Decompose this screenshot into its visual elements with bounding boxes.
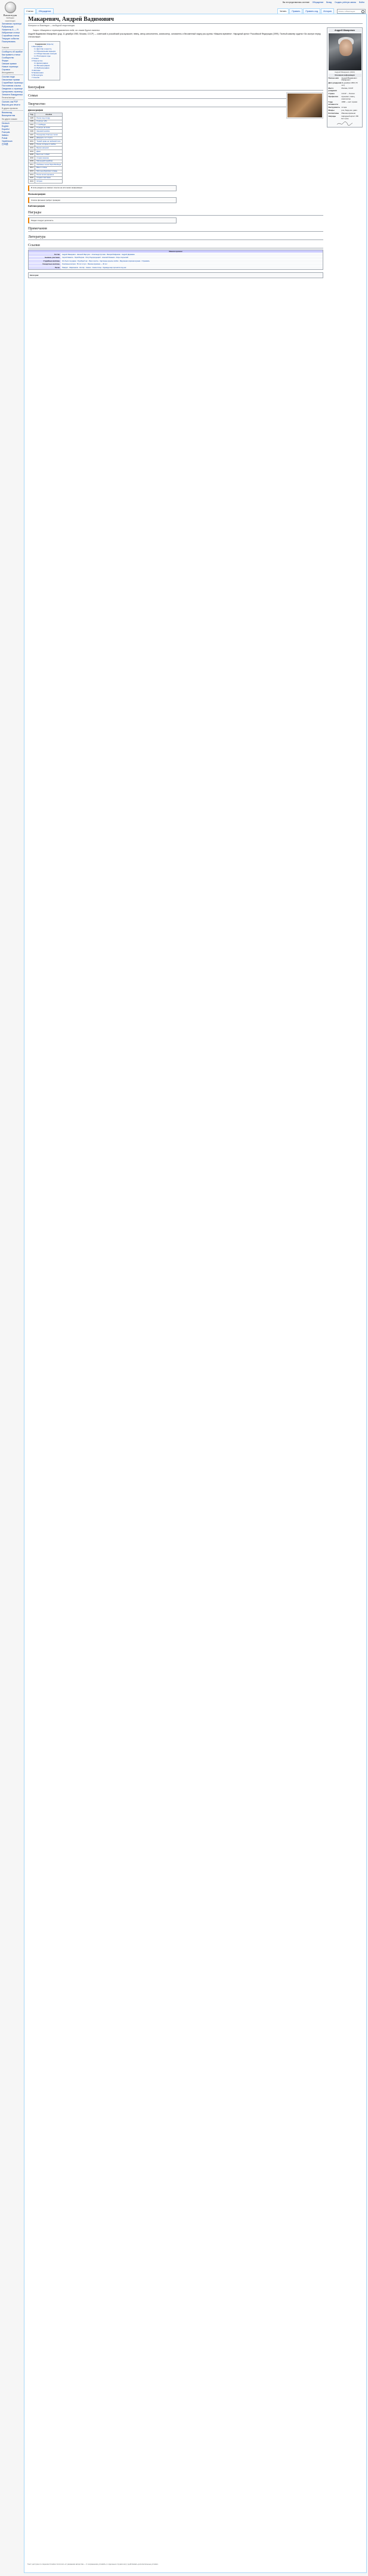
- navbox-list[interactable]: Унесённые ветром · 50 лет в пути · Машин…: [61, 263, 323, 266]
- table-cell-year: 2022: [27, 179, 36, 183]
- navbox-row: Бывшие участники Сергей Кавагоэ · Юрий Бо…: [29, 256, 323, 260]
- portrait-photo[interactable]: [328, 33, 361, 71]
- sidebar-language-item[interactable]: 日本語: [2, 143, 23, 146]
- categories: Категории:: [28, 272, 323, 279]
- table-of-contents: Содержание [скрыть] 1 Биография 1.1 Детст…: [28, 41, 61, 80]
- infobox-row: Профессии музыкант, певец, композитор: [329, 95, 361, 101]
- sidebar-project-item[interactable]: Викицитатник: [2, 114, 23, 117]
- tab-edit-source[interactable]: Править код: [303, 8, 321, 14]
- sidebar-projects: В других проектах Викисклад Викицитатник: [2, 107, 23, 117]
- subheading-filmography: Фильмография: [28, 192, 46, 195]
- section-heading-notes: Примечания: [28, 226, 323, 232]
- autograph-image: [329, 121, 361, 126]
- navbox-row: Состав Андрей Макаревич · Евгений Маргули…: [29, 253, 323, 256]
- personal-talk-link[interactable]: Обсуждение: [313, 1, 324, 4]
- section-heading-literature: Литература: [28, 235, 323, 240]
- lead-paragraph: Андре́й Вади́мович Макаре́вич (род. 11 д…: [28, 33, 321, 38]
- ambox-notice: Раздел следует дополнить.: [28, 217, 177, 223]
- view-tabs: Читать Править Править код История Искать в…: [277, 8, 366, 14]
- search-input[interactable]: Искать в Википедии: [337, 9, 366, 14]
- subheading-discography: Дискография: [28, 108, 44, 111]
- search-placeholder: Искать в Википедии: [338, 10, 355, 13]
- personal-anon: Вы не представились системе: [282, 1, 310, 4]
- table-cell-album[interactable]: Остров: [35, 179, 63, 183]
- photo-image: [287, 93, 322, 117]
- sidebar-nav-item[interactable]: Пожертвовать: [2, 41, 23, 43]
- autograph-label: Автограф: [341, 117, 349, 120]
- section-heading-links: Ссылки: [28, 243, 323, 248]
- sidebar-languages: На других языках Deutsch English Español Fr…: [2, 118, 23, 146]
- navbox-list[interactable]: Сергей Кавагоэ · Юрий Борзов · Пётр Подг…: [61, 256, 323, 260]
- portal-heading: В других проектах: [2, 107, 23, 111]
- section-heading-biography: Биография: [28, 85, 323, 91]
- create-account-link[interactable]: Создать учётную запись: [335, 1, 356, 4]
- tab-talk[interactable]: Обсуждение: [36, 8, 54, 14]
- tab-edit[interactable]: Править: [289, 8, 303, 14]
- infobox-value: музыкант, певец, композитор: [341, 95, 355, 100]
- discography-table: Год Альбом 1985 Песни под гитару 1989 Я рису…: [27, 113, 63, 183]
- hatnote: Запрос «Макаревич» перенаправляется сюда…: [33, 29, 100, 32]
- ambox-text: Раздел следует дополнить.: [31, 219, 54, 222]
- globe-icon: [4, 2, 16, 13]
- photo-face: [339, 39, 352, 57]
- navbox-group: Песни: [29, 266, 61, 269]
- portal-heading: Инструменты: [2, 71, 23, 75]
- navbox: Машина времени Состав Андрей Макаревич · …: [28, 249, 323, 270]
- navbox-list[interactable]: Андрей Макаревич · Евгений Маргулис · Ал…: [61, 253, 323, 256]
- toc-item[interactable]: 7 Ссылки: [32, 76, 57, 79]
- ambox-notice: Список фильмов требует проверки.: [28, 197, 177, 203]
- table-row: 2022 Остров: [27, 179, 63, 183]
- page-title: Макаревич, Андрей Вадимович: [28, 16, 363, 24]
- ambox-notice: В этом разделе не хватает ссылок на исто…: [28, 185, 177, 191]
- wikipedia-logo[interactable]: Википедия Свободная энциклопедия: [1, 2, 19, 22]
- infobox-title: Андрей Макаревич: [328, 29, 361, 33]
- ambox-text: В этом разделе не хватает ссылок на исто…: [31, 186, 83, 189]
- infobox-row: Годы активности 1968 — наст. время: [329, 101, 361, 106]
- personal-contrib-link[interactable]: Вклад: [326, 1, 332, 4]
- page-tabs: Статья Обсуждение Читать Править Править ко…: [24, 8, 368, 14]
- tab-read[interactable]: Читать: [277, 8, 289, 14]
- page-subtitle: Материал из Википедии — свободной энцикл…: [28, 24, 75, 27]
- navbox-group: Бывшие участники: [29, 256, 61, 260]
- navbox-list[interactable]: Это было так давно · В добрый час · Реки…: [61, 260, 323, 263]
- thumbnail[interactable]: [286, 92, 323, 119]
- section-heading-family: Семья: [28, 94, 323, 99]
- logo-tagline: Свободная энциклопедия: [5, 17, 16, 22]
- search-icon[interactable]: [361, 10, 364, 13]
- navbox-row: Песни Поворот · Марионетки · Костёр · Ска…: [29, 266, 323, 269]
- navbox-list[interactable]: Поворот · Марионетки · Костёр · Скачки ·…: [61, 266, 323, 269]
- navbox-group: Концертные альбомы: [29, 263, 61, 266]
- infobox-label: Годы активности: [328, 100, 338, 105]
- portal-heading: На других языках: [2, 118, 23, 122]
- toc-hide-link[interactable]: [скрыть]: [47, 43, 53, 45]
- sidebar-print-item[interactable]: Версия для печати: [2, 104, 23, 107]
- sidebar-participate: Участие Сообщить об ошибке Как править ст…: [2, 46, 23, 71]
- section-heading-awards: Награды: [28, 210, 323, 216]
- content: Макаревич, Андрей Вадимович Материал из …: [24, 14, 367, 2573]
- section-heading-works: Творчество: [28, 102, 323, 107]
- login-link[interactable]: Войти: [359, 1, 364, 4]
- ambox-text: Список фильмов требует проверки.: [31, 198, 61, 201]
- infobox-value: 1968 — наст. время: [341, 100, 358, 103]
- navbox-row: Студийные альбомы Это было так давно · В …: [29, 259, 323, 263]
- portal-heading: Участие: [2, 46, 23, 50]
- sidebar-tools: Инструменты Ссылки сюда Связанные правки С…: [2, 71, 23, 97]
- sidebar-print: Печать/экспорт Скачать как PDF Версия для…: [2, 97, 23, 107]
- sidebar-nav: Заглавная страница Рубрикация Указатель А …: [2, 23, 23, 43]
- navbox-group: Студийные альбомы: [29, 260, 61, 263]
- categories-label: Категории:: [30, 273, 39, 276]
- subheading-bibliography: Библиография: [28, 204, 45, 207]
- personal-tools: Вы не представились системе Обсуждение В…: [280, 1, 364, 4]
- footer: Текст доступен по лицензии Creative Comm…: [27, 2563, 159, 2565]
- tab-history[interactable]: История: [321, 8, 334, 14]
- navbox-row: Концертные альбомы Унесённые ветром · 50 …: [29, 262, 323, 266]
- tab-article[interactable]: Статья: [24, 8, 36, 14]
- infobox: Андрей Макаревич Андрей Макаревич (2016)…: [327, 27, 363, 128]
- portal-heading: Печать/экспорт: [2, 97, 23, 100]
- infobox-label: Профессии: [328, 95, 338, 98]
- navbox-group: Состав: [29, 253, 61, 256]
